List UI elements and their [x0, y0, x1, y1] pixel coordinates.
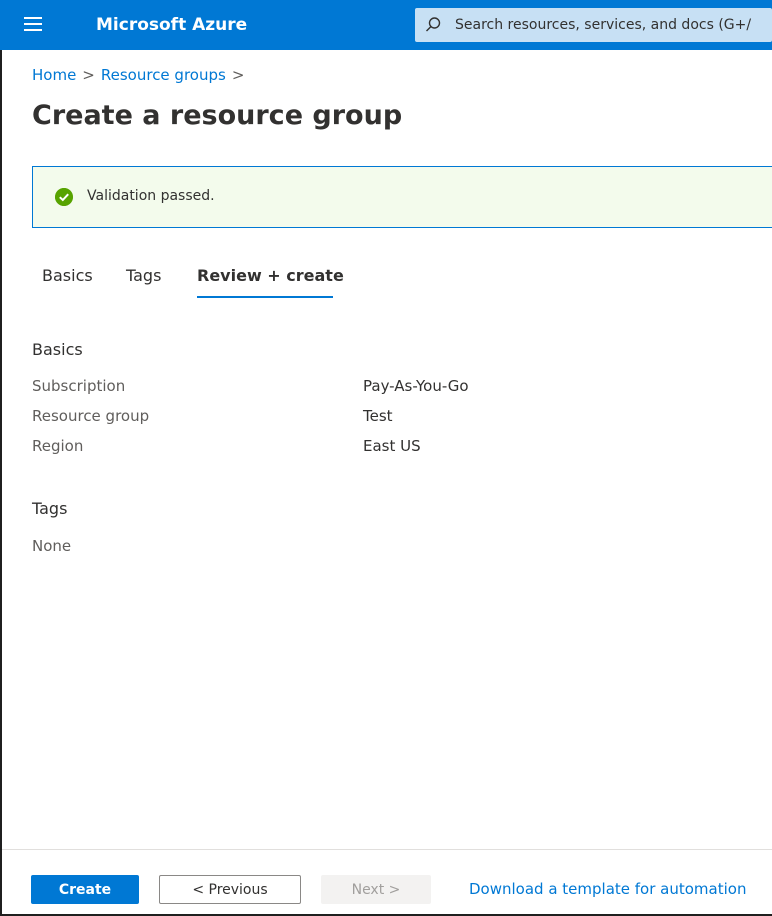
top-navigation-bar: Microsoft Azure Search resources, servic…: [0, 0, 772, 50]
tab-tags[interactable]: Tags: [126, 266, 161, 285]
region-value: East US: [363, 437, 421, 455]
brand-title[interactable]: Microsoft Azure: [96, 15, 247, 35]
breadcrumb-separator: >: [82, 66, 95, 84]
tags-value: None: [32, 537, 72, 555]
breadcrumb-separator: >: [231, 66, 245, 84]
tab-review-create[interactable]: Review + create: [197, 266, 344, 285]
tags-heading: Tags: [32, 499, 68, 518]
footer-divider: [2, 849, 772, 850]
check-circle-icon: [55, 188, 73, 206]
validation-banner: Validation passed.: [32, 166, 772, 228]
resource-group-label: Resource group: [32, 407, 150, 425]
subscription-value: Pay-As-You-Go: [363, 377, 469, 395]
tab-basics[interactable]: Basics: [42, 266, 93, 285]
tab-bar: Basics Tags Review + create: [0, 266, 772, 306]
download-template-link[interactable]: Download a template for automation: [469, 880, 746, 898]
active-tab-indicator: [197, 296, 333, 298]
window-border-left: [0, 0, 2, 916]
region-label: Region: [32, 437, 84, 455]
next-button[interactable]: Next >: [321, 875, 431, 904]
breadcrumb-resource-groups-link[interactable]: Resource groups: [101, 66, 226, 84]
basics-heading: Basics: [32, 340, 83, 359]
validation-message: Validation passed.: [87, 188, 215, 204]
hamburger-menu-icon[interactable]: [24, 17, 42, 31]
search-icon: [426, 17, 441, 32]
breadcrumb-home-link[interactable]: Home: [32, 66, 76, 84]
create-button[interactable]: Create: [31, 875, 139, 904]
breadcrumb: Home > Resource groups >: [32, 66, 250, 84]
resource-group-value: Test: [363, 407, 393, 425]
page-title: Create a resource group: [32, 100, 403, 131]
previous-button[interactable]: < Previous: [159, 875, 301, 904]
subscription-label: Subscription: [32, 377, 126, 395]
global-search-box[interactable]: Search resources, services, and docs (G+…: [415, 8, 772, 42]
search-placeholder: Search resources, services, and docs (G+…: [455, 17, 752, 33]
